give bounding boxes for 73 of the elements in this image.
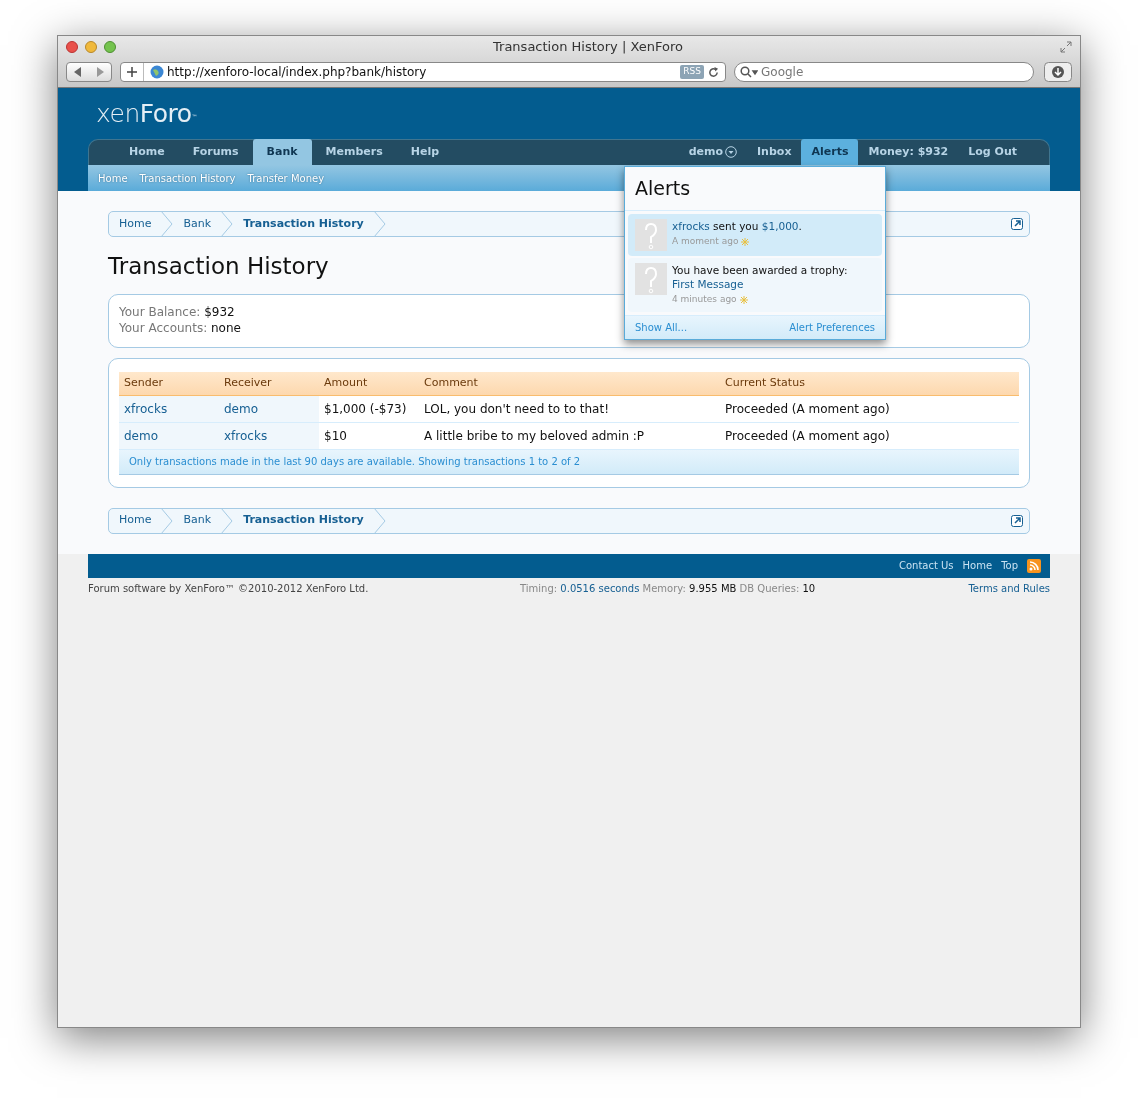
summary-value: $932 [204,304,235,319]
breadcrumb-link[interactable]: Home [109,215,162,233]
alert-text: You have been awarded a trophy: First Message [672,263,849,291]
alert-link[interactable]: First Message [672,278,744,290]
reload-icon[interactable] [708,66,719,78]
alert-text: xfrocks sent you $1,000. [672,219,802,233]
url-text: http://xenforo-local/index.php?bank/history [167,64,428,81]
summary-label: Your Accounts: [119,320,208,335]
user-link[interactable]: demo [219,395,319,423]
xenforo-logo[interactable]: xenForo$^{™}$ [96,94,198,133]
search-icon [740,66,758,78]
nav-link[interactable]: Alerts [801,139,859,165]
nav-link[interactable]: Money: $932 [858,139,959,165]
column-header: Current Status [720,371,1019,396]
search-field[interactable]: Google [734,62,1034,82]
alert-time: 4 minutes ago [672,293,737,306]
nav-tab[interactable]: Help [396,139,454,165]
alerts-title: Alerts [625,167,885,211]
terms-link[interactable]: Terms and Rules [968,581,1050,596]
nav-tab[interactable]: Home [115,139,179,165]
show-all-link[interactable]: Show All... [635,319,688,335]
footer-link[interactable]: Top [1001,558,1018,573]
external-link-icon[interactable] [1011,218,1023,230]
column-header: Sender [119,371,219,396]
debug-info: Timing: 0.0516 seconds Memory: 9.955 MB DB Queries: 10 [520,582,816,596]
copyright-text: Forum software by XenForo™ ©2010-2012 XenForo Ltd. [88,582,370,596]
zoom-window-icon[interactable] [104,41,116,53]
back-forward-buttons[interactable] [66,62,112,82]
avatar-placeholder-icon [635,263,667,295]
column-header: Comment [419,371,720,396]
avatar-placeholder-icon [635,219,667,251]
rss-icon[interactable] [1027,558,1041,573]
new-star-icon [739,295,748,304]
back-arrow-icon[interactable] [74,67,82,77]
fullscreen-icon[interactable] [1060,41,1072,53]
new-star-icon [741,237,750,246]
alert-link[interactable]: xfrocks [672,220,710,232]
breadcrumb-link[interactable]: Bank [173,512,222,529]
user-link[interactable]: demo [119,422,219,450]
alert-item[interactable]: xfrocks sent you $1,000. A moment ago [628,214,882,256]
nav-tab[interactable]: Members [311,139,397,165]
user-link[interactable]: xfrocks [119,395,219,423]
breadcrumb-link[interactable]: Transaction History [233,512,374,529]
footer-link[interactable]: Home [962,558,993,573]
nav-link[interactable]: Log Out [958,139,1027,165]
download-icon[interactable] [1044,62,1072,82]
plus-icon[interactable] [127,67,137,77]
column-header: Receiver [219,371,319,396]
external-link-icon[interactable] [1011,514,1023,527]
globe-icon [150,65,164,79]
page-title: Transaction History [108,252,329,281]
nav-tab[interactable]: Bank [252,139,312,165]
user-link[interactable]: xfrocks [219,422,319,450]
breadcrumb-link[interactable]: Home [109,512,162,529]
close-window-icon[interactable] [66,41,78,53]
nav-link[interactable]: Inbox [747,139,802,165]
breadcrumb-link[interactable]: Bank [173,215,222,233]
forward-arrow-icon[interactable] [96,67,104,77]
alert-link[interactable]: $1,000 [761,220,799,232]
address-field[interactable]: http://xenforo-local/index.php?bank/history RSS [120,62,726,82]
nav-tab[interactable]: Forums [178,139,253,165]
search-input[interactable]: Google [761,63,1028,81]
alert-time: A moment ago [672,235,739,248]
summary-value: none [211,320,241,335]
breadcrumb-link[interactable]: Transaction History [233,215,374,233]
summary-label: Your Balance: [119,304,201,319]
alert-item[interactable]: You have been awarded a trophy: First Message 4 minutes ago [628,258,882,312]
user-menu-link[interactable]: demo [678,139,748,165]
column-header: Amount [319,371,419,396]
window-title: Transaction History | XenForo [492,38,684,57]
table-footer-note: Only transactions made in the last 90 days are available. Showing transactions 1 to 2 of 2 [119,449,1019,475]
alert-preferences-link[interactable]: Alert Preferences [789,319,875,335]
footer-link[interactable]: Contact Us [898,558,954,573]
